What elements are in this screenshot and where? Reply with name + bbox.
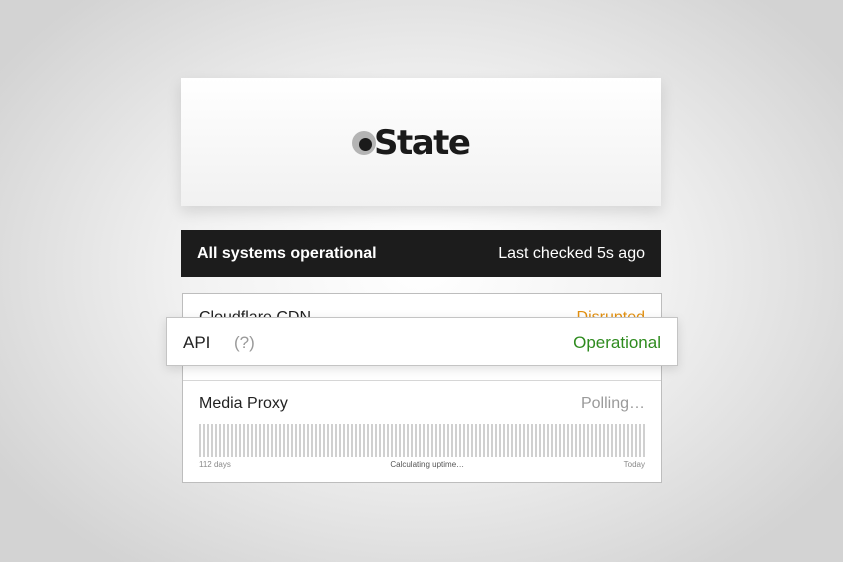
uptime-start-label: 112 days (199, 460, 231, 469)
uptime-end-label: Today (623, 460, 645, 469)
state-logo: State (352, 123, 471, 163)
logo-text: State (374, 123, 471, 163)
uptime-middle-label: Calculating uptime… (390, 460, 465, 469)
last-checked-text: Last checked 5s ago (498, 244, 645, 262)
logo-mark-icon (352, 131, 376, 155)
service-status: Polling… (580, 395, 645, 412)
row-divider (183, 380, 661, 381)
uptime-footer: 112 days Calculating uptime… Today (199, 460, 645, 469)
service-row-media-proxy: Media Proxy Polling… (199, 395, 645, 415)
service-name: Media Proxy (199, 395, 288, 412)
uptime-bars (199, 424, 646, 457)
logo-card: State (181, 78, 661, 206)
service-name: API (183, 333, 211, 352)
system-status-bar: All systems operational Last checked 5s … (181, 230, 661, 277)
service-row-api[interactable]: API (?) Operational (166, 317, 678, 366)
service-status: Operational (573, 333, 661, 352)
status-title: All systems operational (197, 244, 377, 262)
help-tooltip-trigger[interactable]: (?) (234, 333, 255, 353)
